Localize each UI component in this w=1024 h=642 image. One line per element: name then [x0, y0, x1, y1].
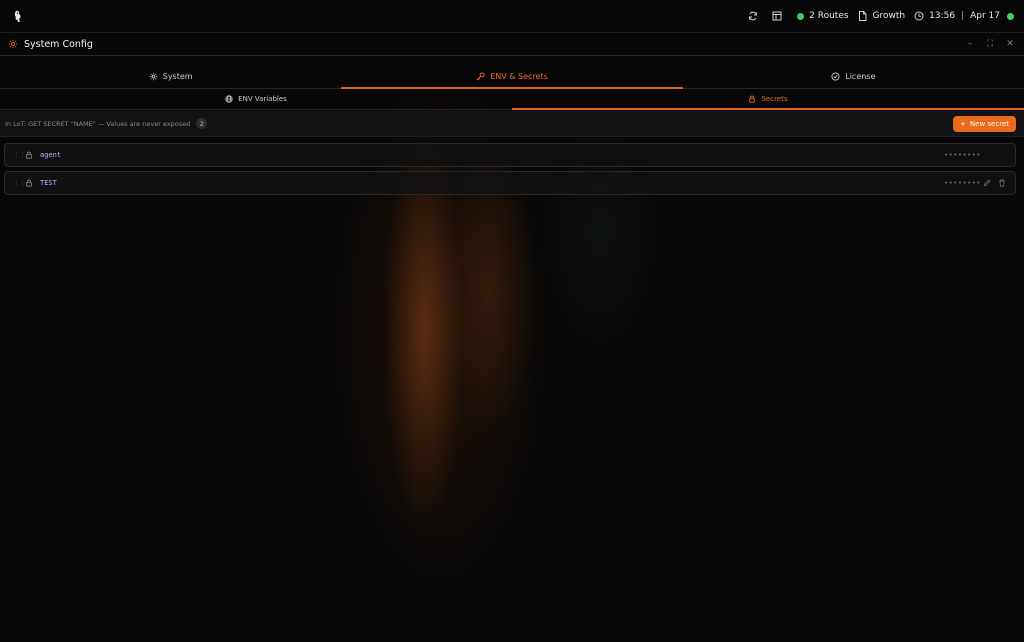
key-icon	[476, 72, 485, 81]
minimize-icon[interactable]: –	[966, 39, 974, 49]
tab-label: System	[162, 72, 193, 81]
gear-icon	[149, 72, 158, 81]
connection-dot	[1007, 12, 1014, 20]
routes-label: 2 Routes	[809, 11, 849, 21]
tab-license[interactable]: License	[683, 65, 1024, 88]
close-icon[interactable]: ✕	[1006, 39, 1014, 49]
gear-icon	[8, 39, 18, 49]
window-titlebar: System Config – ⛶ ✕	[0, 33, 1024, 56]
secret-value-masked: ••••••••	[944, 179, 982, 187]
check-circle-icon	[831, 72, 840, 81]
divider: |	[961, 11, 965, 21]
refresh-icon[interactable]	[747, 10, 759, 22]
tab-label: ENV Variables	[238, 95, 287, 103]
tab-label: Secrets	[761, 95, 788, 103]
drag-handle-icon[interactable]: ⋮⋮	[13, 151, 26, 159]
maximize-icon[interactable]: ⛶	[986, 39, 994, 49]
new-secret-label: New secret	[969, 119, 1009, 128]
tab-env-variables[interactable]: ENV Variables	[0, 89, 512, 109]
secrets-toolbar: In LoT: GET SECRET "NAME" — Values are n…	[0, 111, 1024, 137]
secret-name: agent	[40, 151, 62, 159]
tab-secrets[interactable]: Secrets	[512, 89, 1024, 110]
tab-label: ENV & Secrets	[490, 72, 548, 81]
status-dot	[797, 12, 805, 20]
lock-icon	[25, 178, 35, 188]
list-item[interactable]: ⋮⋮ agent ••••••••	[4, 143, 1016, 167]
secrets-list: ⋮⋮ agent •••••••• ⋮⋮ TEST ••••••••	[4, 143, 1016, 199]
sub-tabs: ENV Variables Secrets	[0, 89, 1024, 110]
plan-label: Growth	[872, 11, 906, 21]
plus-icon: +	[960, 119, 966, 128]
routes-status[interactable]: 2 Routes	[797, 11, 849, 21]
secret-value-masked: ••••••••	[944, 151, 982, 159]
tab-env-secrets[interactable]: ENV & Secrets	[341, 65, 683, 89]
secret-name: TEST	[40, 179, 57, 187]
layout-icon[interactable]	[771, 10, 783, 22]
tab-system[interactable]: System	[0, 65, 341, 88]
document-icon	[857, 10, 869, 22]
clock-date: Apr 17	[970, 11, 1000, 21]
list-item[interactable]: ⋮⋮ TEST ••••••••	[4, 171, 1016, 195]
plan-status[interactable]: Growth	[857, 10, 906, 22]
top-bar: 2 Routes Growth 13:56 | Apr 17	[0, 0, 1024, 33]
window-title: System Config	[24, 38, 93, 50]
lock-icon	[25, 150, 35, 160]
clock-time: 13:56	[929, 11, 956, 21]
drag-handle-icon[interactable]: ⋮⋮	[13, 179, 26, 187]
lock-icon	[748, 95, 756, 103]
count-badge: 2	[196, 118, 208, 129]
edit-icon[interactable]	[983, 179, 991, 187]
clock-icon	[913, 10, 925, 22]
app-logo[interactable]	[12, 9, 24, 23]
globe-icon	[225, 95, 233, 103]
trash-icon[interactable]	[998, 179, 1006, 187]
tab-label: License	[845, 72, 876, 81]
usage-hint: In LoT: GET SECRET "NAME" — Values are n…	[5, 119, 191, 128]
main-tabs: System ENV & Secrets License	[0, 65, 1024, 89]
new-secret-button[interactable]: + New secret	[953, 115, 1016, 132]
